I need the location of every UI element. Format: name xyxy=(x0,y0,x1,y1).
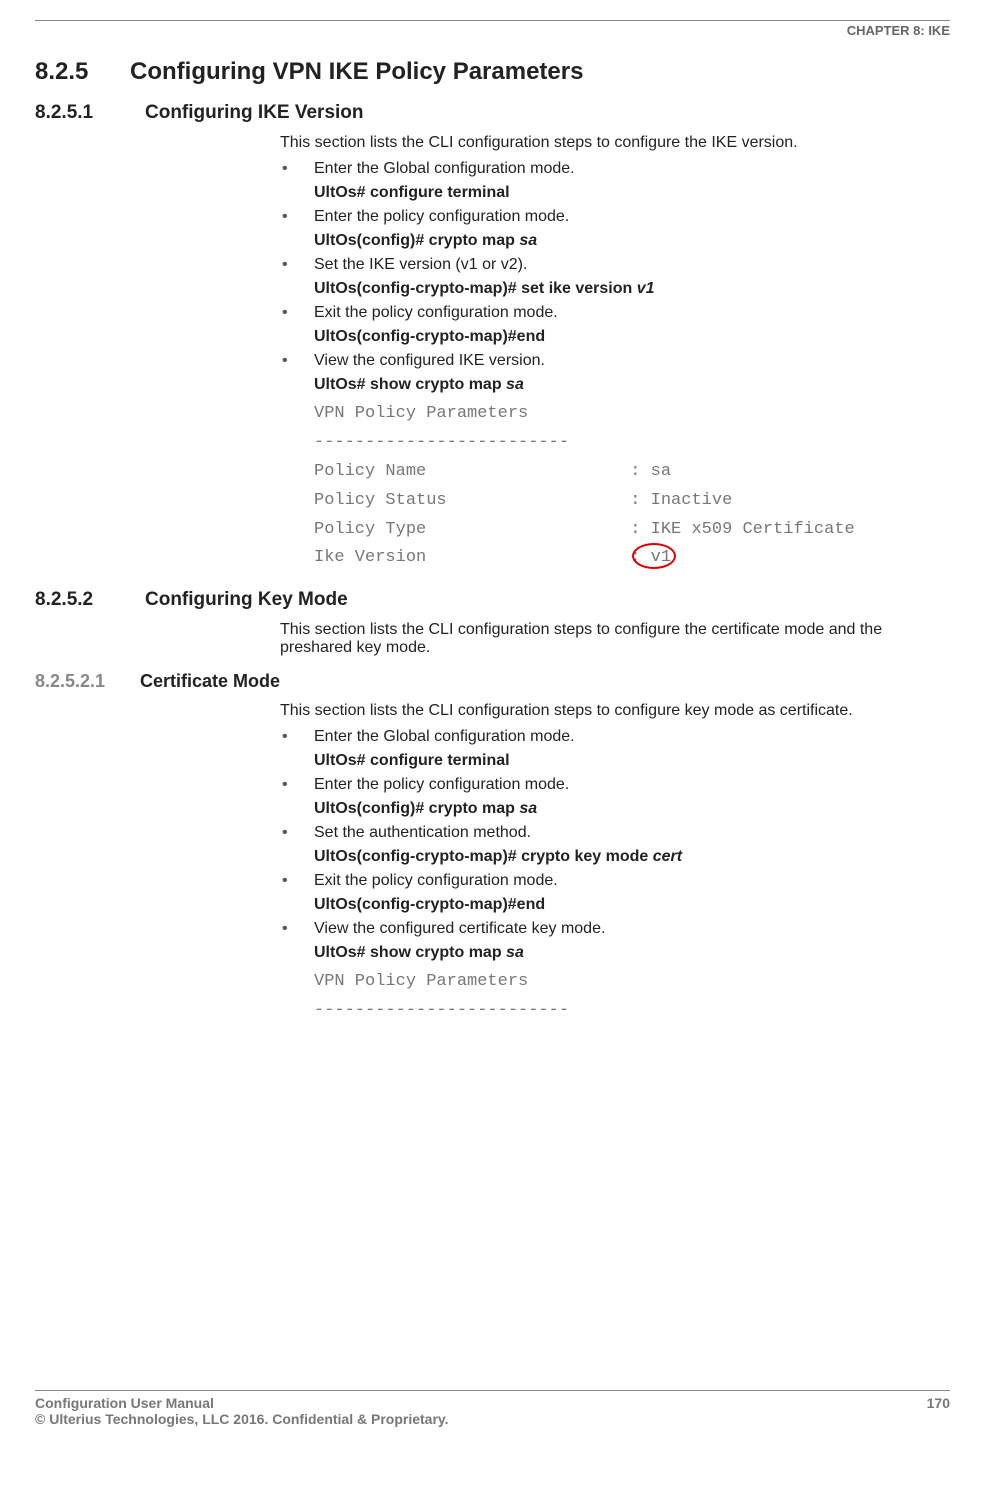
cli-command: UltOs# configure terminal xyxy=(314,752,948,770)
cli-command: UltOs(config)# crypto map sa xyxy=(314,800,948,818)
heading-text: Configuring IKE Version xyxy=(145,102,364,123)
list-item: Exit the policy configuration mode. xyxy=(280,872,948,890)
cli-output: VPN Policy Parameters ------------------… xyxy=(314,400,948,573)
footer-page-number: 170 xyxy=(927,1395,950,1411)
list-item: Enter the Global configuration mode. xyxy=(280,728,948,746)
section-body-8-2-5-1: This section lists the CLI configuration… xyxy=(280,134,948,577)
heading-number: 8.2.5.2.1 xyxy=(35,671,140,692)
intro-paragraph: This section lists the CLI configuration… xyxy=(280,621,948,657)
footer-rule xyxy=(35,1390,950,1391)
list-item: Exit the policy configuration mode. xyxy=(280,304,948,322)
section-body-8-2-5-2-1: This section lists the CLI configuration… xyxy=(280,702,948,1026)
cli-command: UltOs(config-crypto-map)#end xyxy=(314,328,948,346)
list-item: Set the IKE version (v1 or v2). xyxy=(280,256,948,274)
cli-command: UltOs(config)# crypto map sa xyxy=(314,232,948,250)
list-item: View the configured certificate key mode… xyxy=(280,920,948,938)
heading-number: 8.2.5 xyxy=(35,58,130,86)
heading-text: Certificate Mode xyxy=(140,671,280,691)
page-footer: Configuration User Manual 170 © Ulterius… xyxy=(35,1390,950,1427)
heading-text: Configuring Key Mode xyxy=(145,589,348,610)
heading-8-2-5-2-1: 8.2.5.2.1Certificate Mode xyxy=(35,671,950,692)
intro-paragraph: This section lists the CLI configuration… xyxy=(280,134,948,152)
list-item: Enter the policy configuration mode. xyxy=(280,776,948,794)
chapter-header: CHAPTER 8: IKE xyxy=(35,23,950,38)
heading-number: 8.2.5.2 xyxy=(35,589,145,611)
intro-paragraph: This section lists the CLI configuration… xyxy=(280,702,948,720)
cli-command: UltOs# configure terminal xyxy=(314,184,948,202)
footer-doc-title: Configuration User Manual xyxy=(35,1395,214,1411)
cli-command: UltOs(config-crypto-map)# set ike versio… xyxy=(314,280,948,298)
cli-output: VPN Policy Parameters ------------------… xyxy=(314,968,948,1026)
list-item: View the configured IKE version. xyxy=(280,352,948,370)
cli-command: UltOs(config-crypto-map)#end xyxy=(314,896,948,914)
list-item: Set the authentication method. xyxy=(280,824,948,842)
document-page: CHAPTER 8: IKE 8.2.5Configuring VPN IKE … xyxy=(0,0,985,1445)
list-item: Enter the policy configuration mode. xyxy=(280,208,948,226)
cli-command: UltOs(config-crypto-map)# crypto key mod… xyxy=(314,848,948,866)
cli-command: UltOs# show crypto map sa xyxy=(314,376,948,394)
footer-copyright: © Ulterius Technologies, LLC 2016. Confi… xyxy=(35,1411,449,1427)
cli-command: UltOs# show crypto map sa xyxy=(314,944,948,962)
heading-number: 8.2.5.1 xyxy=(35,102,145,124)
heading-8-2-5-1: 8.2.5.1Configuring IKE Version xyxy=(35,102,950,124)
heading-8-2-5: 8.2.5Configuring VPN IKE Policy Paramete… xyxy=(35,58,950,86)
heading-text: Configuring VPN IKE Policy Parameters xyxy=(130,58,583,85)
heading-8-2-5-2: 8.2.5.2Configuring Key Mode xyxy=(35,589,950,611)
list-item: Enter the Global configuration mode. xyxy=(280,160,948,178)
header-rule xyxy=(35,20,950,21)
section-body-8-2-5-2: This section lists the CLI configuration… xyxy=(280,621,948,657)
